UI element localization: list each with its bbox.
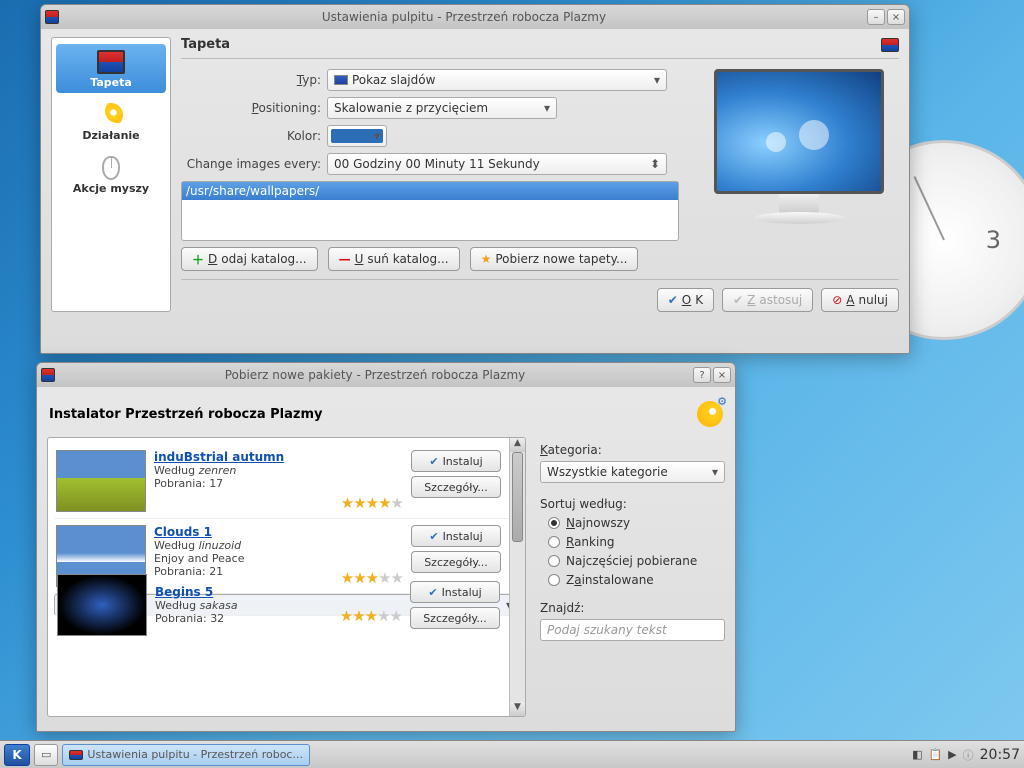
tray-icon[interactable]: ▶: [948, 748, 956, 761]
scroll-up-button[interactable]: ▲: [510, 438, 525, 452]
install-button[interactable]: ✔Instaluj: [410, 581, 500, 603]
interval-spinner[interactable]: 00 Godziny 00 Minuty 11 Sekundy: [327, 153, 667, 175]
remove-folder-button[interactable]: —Usuń katalog...: [328, 247, 460, 271]
label-interval: Change images every:: [181, 157, 321, 171]
activity-icon: [99, 103, 123, 127]
label-sort: Sortuj według:: [540, 497, 725, 511]
minimize-button[interactable]: –: [867, 9, 885, 25]
radio-ranking[interactable]: Ranking: [548, 535, 725, 549]
mouse-icon: [102, 156, 120, 180]
item-title-link[interactable]: Begins 5: [155, 585, 402, 599]
positioning-select[interactable]: Skalowanie z przycięciem: [327, 97, 557, 119]
preview-screen: [714, 69, 884, 194]
package-list[interactable]: induBstrial autumn Według zenren Pobrani…: [47, 437, 526, 717]
radio-dot: [548, 517, 560, 529]
tray-info-icon[interactable]: ⓘ: [963, 747, 974, 763]
folder-list[interactable]: /usr/share/wallpapers/: [181, 181, 679, 241]
scroll-down-button[interactable]: ▼: [510, 702, 525, 716]
wallpaper-icon: [97, 50, 125, 74]
item-title-link[interactable]: induBstrial autumn: [154, 450, 403, 464]
slideshow-icon: [334, 75, 348, 85]
folder-row[interactable]: /usr/share/wallpapers/: [182, 182, 678, 200]
system-tray: ◧ 📋 ▶ ⓘ 20:57: [912, 747, 1020, 763]
sidebar-item-tapeta[interactable]: Tapeta: [56, 44, 166, 93]
section-icon: [881, 38, 899, 52]
label-find: Znajdź:: [540, 601, 725, 615]
type-select[interactable]: Pokaz slajdów: [327, 69, 667, 91]
check-icon: ✔: [429, 530, 438, 543]
color-picker[interactable]: [327, 125, 387, 147]
star-icon: ★: [481, 252, 492, 266]
taskbar-clock[interactable]: 20:57: [980, 747, 1020, 763]
tray-klipper-icon[interactable]: 📋: [928, 748, 942, 761]
details-button[interactable]: Szczegóły...: [410, 607, 500, 629]
window-icon: [45, 10, 59, 24]
taskbar: K ▭ Ustawienia pulpitu - Przestrzeń robo…: [0, 740, 1024, 768]
thumbnail: [56, 450, 146, 512]
radio-dot: [548, 555, 560, 567]
settings-sidebar: Tapeta Działanie Akcje myszy: [51, 37, 171, 312]
label-positioning: Positioning:: [181, 101, 321, 115]
close-button[interactable]: ×: [887, 9, 905, 25]
installer-icon: [697, 401, 723, 427]
filter-panel: Kategoria: Wszystkie kategorie Sortuj we…: [540, 437, 725, 717]
radio-newest[interactable]: Najnowszy: [548, 516, 725, 530]
minus-icon: —: [339, 252, 351, 266]
install-button[interactable]: ✔Instaluj: [411, 450, 501, 472]
sidebar-item-dzialanie[interactable]: Działanie: [56, 97, 166, 146]
ok-button[interactable]: ✔OK: [657, 288, 714, 312]
rating-stars: ★★★★★: [340, 607, 402, 625]
add-folder-button[interactable]: ＋Dodaj katalog...: [181, 247, 318, 271]
window-title: Pobierz nowe pakiety - Przestrzeń robocz…: [59, 368, 691, 382]
scroll-thumb[interactable]: [512, 452, 523, 542]
titlebar[interactable]: Ustawienia pulpitu - Przestrzeń robocza …: [41, 5, 909, 29]
radio-dot: [548, 574, 560, 586]
apply-button[interactable]: ✔Zastosuj: [722, 288, 813, 312]
show-desktop-button[interactable]: ▭: [34, 744, 58, 766]
help-button[interactable]: ?: [693, 367, 711, 383]
details-button[interactable]: Szczegóły...: [411, 476, 501, 498]
install-button[interactable]: ✔Instaluj: [411, 525, 501, 547]
category-select[interactable]: Wszystkie kategorie: [540, 461, 725, 483]
cancel-icon: ⊘: [832, 293, 842, 307]
details-button[interactable]: Szczegóły...: [411, 551, 501, 573]
check-icon: ✔: [428, 586, 437, 599]
kickoff-button[interactable]: K: [4, 744, 30, 766]
list-item[interactable]: Begins 5 Według sakasa Pobrania: 32 ★★★★…: [54, 594, 519, 616]
installer-header: Instalator Przestrzeń robocza Plazmy: [49, 401, 723, 427]
label-kolor: Kolor:: [181, 129, 321, 143]
get-new-button[interactable]: ★Pobierz nowe tapety...: [470, 247, 639, 271]
close-button[interactable]: ×: [713, 367, 731, 383]
get-new-packages-window: Pobierz nowe pakiety - Przestrzeń robocz…: [36, 362, 736, 732]
check-icon: ✔: [668, 293, 678, 307]
section-header: Tapeta: [181, 37, 899, 59]
radio-most-downloaded[interactable]: Najczęściej pobierane: [548, 554, 725, 568]
clock-hand: [914, 176, 945, 240]
titlebar[interactable]: Pobierz nowe pakiety - Przestrzeń robocz…: [37, 363, 735, 387]
desktop-settings-window: Ustawienia pulpitu - Przestrzeń robocza …: [40, 4, 910, 354]
task-icon: [69, 750, 83, 760]
thumbnail: [57, 574, 147, 636]
list-item[interactable]: induBstrial autumn Według zenren Pobrani…: [54, 444, 519, 519]
label-typ: Typ:: [181, 73, 321, 87]
window-title: Ustawienia pulpitu - Przestrzeń robocza …: [63, 10, 865, 24]
taskbar-entry[interactable]: Ustawienia pulpitu - Przestrzeń roboc...: [62, 744, 310, 766]
radio-dot: [548, 536, 560, 548]
label-category: Kategoria:: [540, 443, 725, 457]
search-input[interactable]: Podaj szukany tekst: [540, 619, 725, 641]
check-icon: ✔: [733, 293, 743, 307]
radio-installed[interactable]: Zainstalowane: [548, 573, 725, 587]
check-icon: ✔: [429, 455, 438, 468]
wallpaper-preview: [699, 69, 899, 271]
cancel-button[interactable]: ⊘Anuluj: [821, 288, 899, 312]
item-title-link[interactable]: Clouds 1: [154, 525, 403, 539]
sidebar-item-akcje[interactable]: Akcje myszy: [56, 150, 166, 199]
color-swatch: [331, 129, 383, 143]
scrollbar[interactable]: ▲ ▼: [509, 438, 525, 716]
rating-stars: ★★★★★: [341, 494, 403, 512]
window-icon: [41, 368, 55, 382]
plus-icon: ＋: [192, 251, 204, 268]
tray-icon[interactable]: ◧: [912, 748, 922, 761]
